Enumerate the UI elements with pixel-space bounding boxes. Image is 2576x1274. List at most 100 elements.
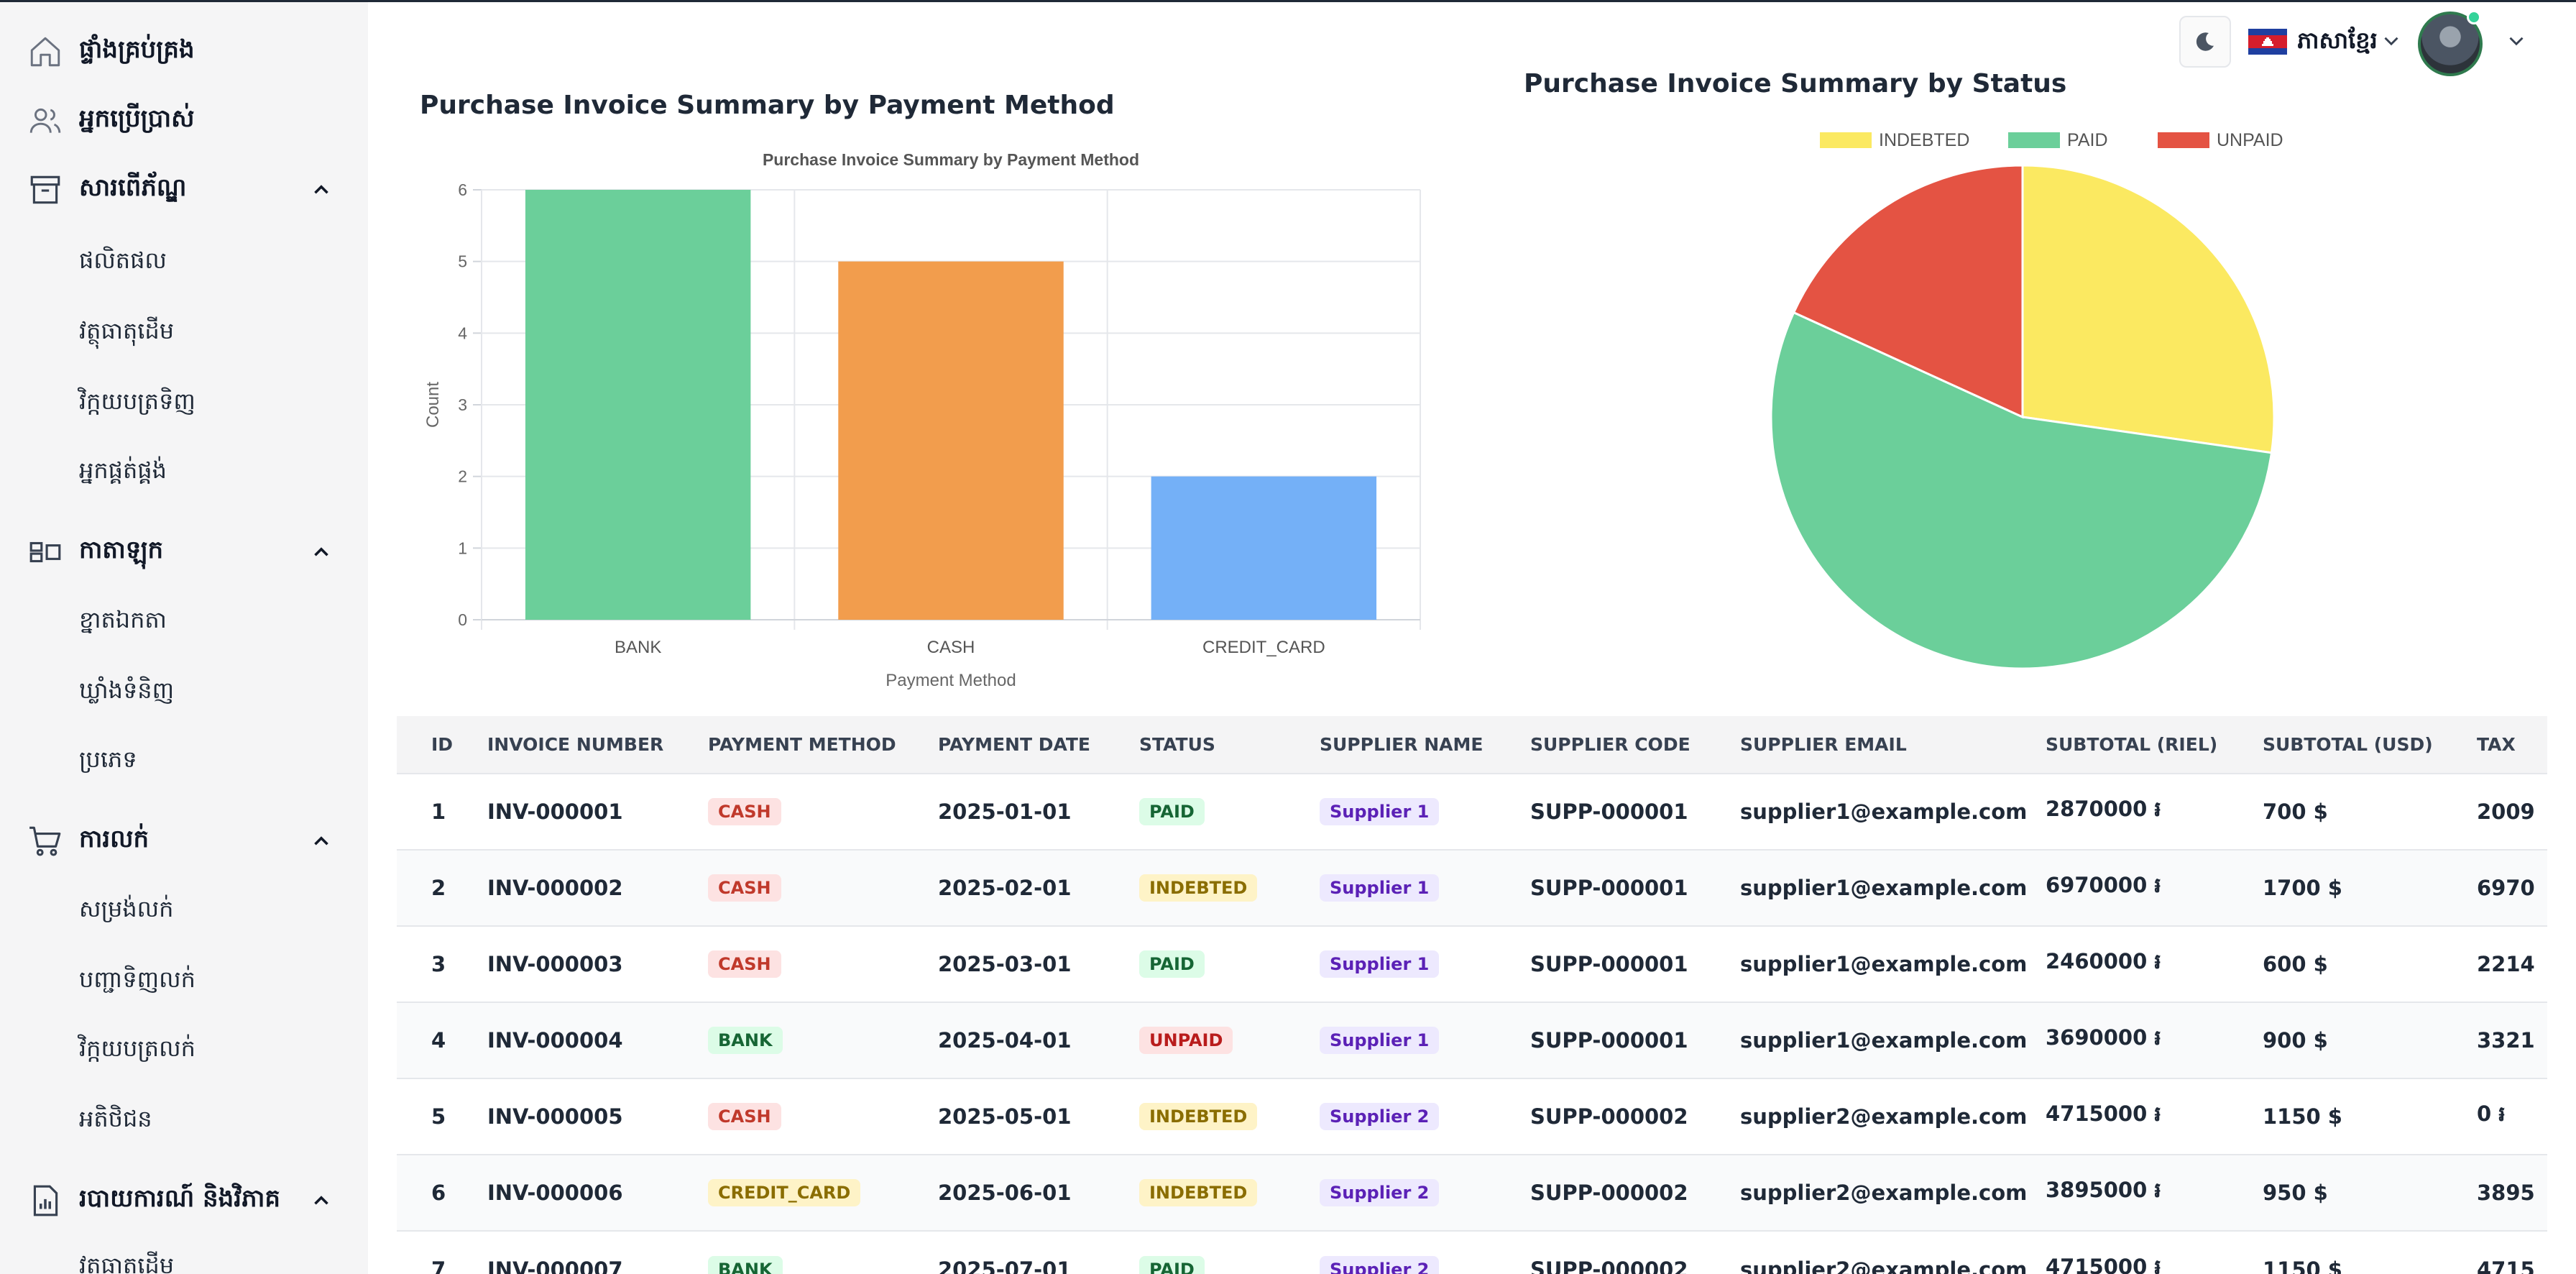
sidebar-subitem-categories[interactable]: ប្រភេទ — [0, 733, 368, 790]
cell-id: 6 — [431, 1181, 446, 1205]
cell-subtotal-usd: 950 $ — [2263, 1181, 2328, 1205]
cell-payment-date: 2025-01-01 — [938, 799, 1072, 824]
column-header-subtotal-riel[interactable]: SUBTOTAL (RIEL) — [2046, 716, 2263, 774]
y-tick-label: 2 — [458, 467, 467, 486]
cell-supplier-code: SUPP-000001 — [1530, 799, 1688, 824]
table-row[interactable]: 6 INV-000006 CREDIT_CARD 2025-06-01 INDEBTED… — [397, 1155, 2547, 1231]
legend-swatch — [2158, 132, 2209, 148]
cell-supplier-name: Supplier 1 — [1320, 774, 1530, 850]
sidebar-subitem-sales-quotes[interactable]: សម្រង់លក់ — [0, 882, 368, 940]
sidebar-item-dashboard[interactable]: ផ្ទាំងគ្រប់គ្រង — [0, 19, 368, 84]
chevron-up-icon[interactable] — [309, 829, 334, 853]
sidebar-subitem-warehouses[interactable]: ឃ្លាំងទំនិញ — [0, 664, 368, 721]
column-header-id[interactable]: ID — [397, 716, 487, 774]
chevron-down-icon[interactable] — [2379, 29, 2404, 53]
users-icon — [29, 108, 61, 133]
purchase-invoice-table: ID INVOICE NUMBER PAYMENT METHOD PAYMENT… — [397, 716, 2547, 1274]
cell-tax: 0 ៛ — [2477, 1101, 2506, 1126]
sidebar-subitem-units[interactable]: ខ្នាតឯកតា — [0, 593, 368, 651]
cell-supplier-code: SUPP-000002 — [1530, 1257, 1688, 1274]
cell-payment-method: CASH — [708, 850, 938, 926]
y-tick-label: 3 — [458, 395, 467, 414]
cell-id: 3 — [431, 952, 446, 976]
sidebar-item-users[interactable]: អ្នកប្រើប្រាស់ — [0, 88, 368, 153]
sidebar-item-label: កាតាឡុក — [79, 536, 164, 564]
y-axis-label: Count — [423, 382, 443, 428]
table-row[interactable]: 2 INV-000002 CASH 2025-02-01 INDEBTED Supplie… — [397, 850, 2547, 926]
theme-toggle-button[interactable] — [2179, 16, 2231, 68]
chevron-up-icon[interactable] — [309, 540, 334, 564]
catalog-icon — [29, 541, 61, 563]
cell-supplier-code: SUPP-000001 — [1530, 876, 1688, 900]
cell-id: 2 — [431, 876, 446, 900]
table-row[interactable]: 7 INV-000007 BANK 2025-07-01 PAID Supplier 2 S… — [397, 1231, 2547, 1274]
pie-slice-indebted — [2021, 164, 2276, 454]
column-header-payment-date[interactable]: PAYMENT DATE — [938, 716, 1139, 774]
table-row[interactable]: 4 INV-000004 BANK 2025-04-01 UNPAID Supplier … — [397, 1002, 2547, 1078]
chevron-up-icon[interactable] — [309, 1188, 334, 1213]
column-header-supplier-code[interactable]: SUPPLIER CODE — [1530, 716, 1740, 774]
chevron-up-icon[interactable] — [309, 178, 334, 202]
sidebar-subitem-label: ឃ្លាំងទំនិញ — [79, 676, 175, 704]
sidebar-item-sales[interactable]: ការលក់ — [0, 809, 368, 874]
supplier-badge: Supplier 1 — [1320, 798, 1440, 825]
sidebar-subitem-customers[interactable]: អតិថិជន — [0, 1092, 368, 1150]
sidebar: ផ្ទាំងគ្រប់គ្រង អ្នកប្រើប្រាស់ សារពើភ័ណ្… — [0, 2, 368, 1274]
column-header-status[interactable]: STATUS — [1139, 716, 1320, 774]
legend-label: INDEBTED — [1879, 130, 1969, 150]
legend-label: PAID — [2067, 130, 2108, 150]
bar-bank — [525, 190, 751, 620]
cell-invoice-number: INV-000002 — [487, 876, 623, 900]
payment-method-bar-chart: Purchase Invoice Summary by Payment Meth… — [423, 150, 1421, 690]
sidebar-subitem-products[interactable]: ផលិតផល — [0, 234, 368, 291]
sidebar-subitem-label: វិក្កយបត្រទិញ — [79, 387, 196, 415]
chevron-down-icon[interactable] — [2504, 29, 2529, 53]
sidebar-subitem-purchase-invoices[interactable]: វិក្កយបត្រទិញ — [0, 375, 368, 432]
sidebar-subitem-label: ប្រភេទ — [79, 745, 137, 773]
sidebar-subitem-label: ខ្នាតឯកតា — [79, 605, 167, 633]
sidebar-subitem-suppliers[interactable]: អ្នកផ្គត់ផ្គង់ — [0, 444, 368, 501]
sidebar-item-label: ផ្ទាំងគ្រប់គ្រង — [79, 35, 195, 64]
cell-payment-date: 2025-05-01 — [938, 1104, 1072, 1129]
cell-tax: 4715 — [2477, 1257, 2535, 1274]
column-header-tax[interactable]: TAX — [2477, 716, 2547, 774]
table-row[interactable]: 1 INV-000001 CASH 2025-01-01 PAID Supplier 1 S… — [397, 774, 2547, 850]
column-header-payment-method[interactable]: PAYMENT METHOD — [708, 716, 938, 774]
sidebar-subitem-label: វត្ថុធាតុដើម — [79, 1251, 175, 1274]
cell-payment-date: 2025-06-01 — [938, 1181, 1072, 1205]
cell-subtotal-usd: 900 $ — [2263, 1028, 2328, 1053]
cell-supplier-name: Supplier 1 — [1320, 850, 1530, 926]
language-selector-label[interactable]: ភាសាខ្មែរ — [2297, 26, 2378, 60]
column-header-invoice-number[interactable]: INVOICE NUMBER — [487, 716, 708, 774]
sidebar-subitem-raw-materials[interactable]: វត្ថុធាតុដើម — [0, 304, 368, 362]
legend-swatch — [2008, 132, 2060, 148]
cell-subtotal-usd: 1150 $ — [2263, 1257, 2342, 1274]
sidebar-item-inventory[interactable]: សារពើភ័ណ្ឌ — [0, 157, 368, 222]
table-header-row: ID INVOICE NUMBER PAYMENT METHOD PAYMENT… — [397, 716, 2547, 774]
cell-payment-method: CASH — [708, 774, 938, 850]
column-header-supplier-name[interactable]: SUPPLIER NAME — [1320, 716, 1530, 774]
sidebar-subitem-label: បញ្ជាទិញលក់ — [79, 965, 196, 993]
column-header-supplier-email[interactable]: SUPPLIER EMAIL — [1740, 716, 2046, 774]
payment-method-badge: CASH — [708, 798, 781, 825]
sidebar-item-reports[interactable]: របាយការណ៍ និងវិភាគ — [0, 1168, 368, 1233]
sidebar-subitem-sales-invoices[interactable]: វិក្កយបត្រលក់ — [0, 1022, 368, 1079]
x-tick-label: CASH — [927, 638, 975, 657]
cell-supplier-email: supplier1@example.com — [1740, 952, 2028, 976]
cell-status: INDEBTED — [1139, 1155, 1320, 1231]
window-top-border — [0, 0, 2576, 2]
bar-chart-title: Purchase Invoice Summary by Payment Meth… — [763, 150, 1139, 169]
cell-subtotal-riel: 2870000 ៛ — [2046, 797, 2161, 821]
sidebar-subitem-sales-orders[interactable]: បញ្ជាទិញលក់ — [0, 953, 368, 1010]
table-row[interactable]: 3 INV-000003 CASH 2025-03-01 PAID Supplier 1 S… — [397, 926, 2547, 1002]
column-header-subtotal-usd[interactable]: SUBTOTAL (USD) — [2263, 716, 2477, 774]
cell-tax: 3321 — [2477, 1028, 2535, 1053]
cell-supplier-code: SUPP-000001 — [1530, 1028, 1688, 1053]
sidebar-subitem-label: វិក្កយបត្រលក់ — [79, 1034, 196, 1062]
cell-subtotal-riel: 4715000 ៛ — [2046, 1254, 2161, 1274]
table-row[interactable]: 5 INV-000005 CASH 2025-05-01 INDEBTED Supplie… — [397, 1078, 2547, 1155]
sidebar-subitem-raw-materials-report[interactable]: វត្ថុធាតុដើម — [0, 1239, 368, 1274]
legend-swatch — [1820, 132, 1872, 148]
home-icon — [30, 37, 60, 67]
sidebar-item-catalog[interactable]: កាតាឡុក — [0, 520, 368, 585]
